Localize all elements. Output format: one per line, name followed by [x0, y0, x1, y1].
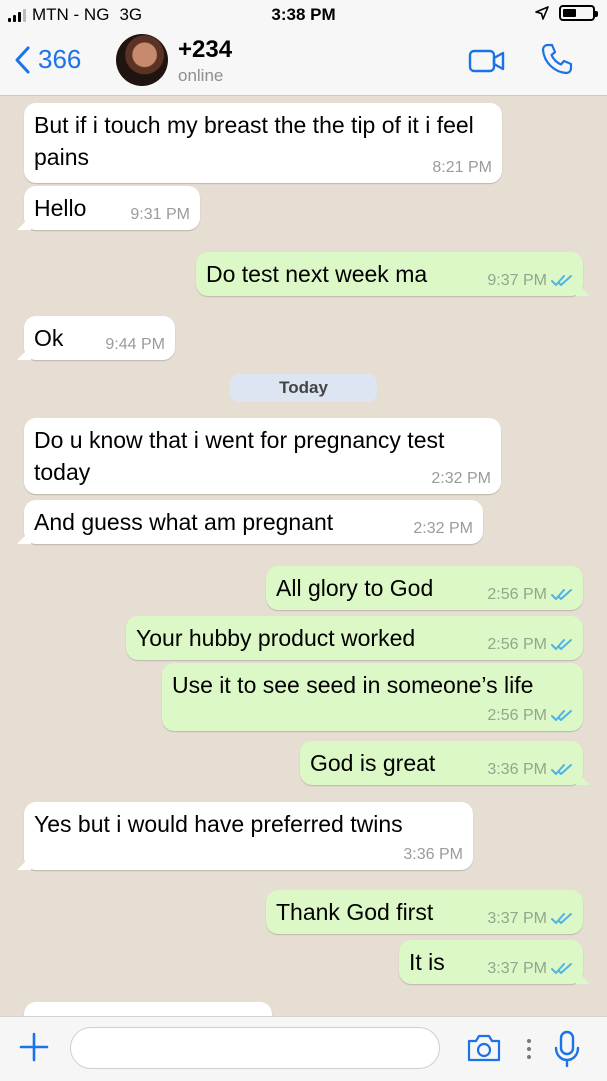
phone-call-button[interactable] — [540, 42, 574, 81]
read-receipt-icon — [551, 710, 572, 721]
message-time: 3:36 PM — [487, 761, 547, 778]
message-meta: 2:32 PM — [413, 520, 473, 538]
message-input-bar — [0, 1016, 607, 1081]
message-text: Hello — [34, 195, 87, 221]
outgoing-message[interactable]: All glory to God 2:56 PM — [266, 566, 583, 610]
message-meta: 2:56 PM — [487, 636, 573, 654]
message-text: Your hubby product worked — [136, 625, 416, 651]
partially-visible-message — [24, 1002, 272, 1016]
camera-button[interactable] — [466, 1033, 502, 1068]
status-right — [535, 5, 598, 21]
outgoing-message[interactable]: God is great 3:36 PM — [300, 741, 583, 785]
message-text: Do u know that i went for pregnancy test… — [34, 427, 445, 485]
outgoing-message[interactable]: Use it to see seed in someone’s life 2:56… — [162, 663, 583, 731]
plus-icon — [19, 1032, 49, 1062]
message-text: Thank God first — [276, 899, 434, 925]
message-time: 2:56 PM — [487, 636, 547, 653]
chat-header: 366 +234 online — [0, 30, 607, 96]
incoming-message[interactable]: Do u know that i went for pregnancy test… — [24, 418, 501, 494]
read-receipt-icon — [551, 589, 572, 600]
message-time: 2:32 PM — [413, 520, 473, 537]
video-call-icon — [468, 49, 505, 73]
message-meta: 9:44 PM — [105, 336, 165, 354]
message-text: But if i touch my breast the the tip of … — [34, 112, 474, 170]
message-meta: 3:36 PM — [487, 761, 573, 779]
message-time: 8:21 PM — [432, 159, 492, 176]
message-time: 9:44 PM — [105, 336, 165, 353]
message-time: 3:37 PM — [487, 960, 547, 977]
message-time: 2:32 PM — [431, 470, 491, 487]
message-text: Ok — [34, 325, 64, 351]
message-meta: 9:31 PM — [130, 206, 190, 224]
status-time: 3:38 PM — [271, 5, 336, 24]
message-time: 3:37 PM — [487, 910, 547, 927]
incoming-message[interactable]: Ok 9:44 PM — [24, 316, 175, 360]
incoming-message[interactable]: But if i touch my breast the the tip of … — [24, 103, 502, 183]
contact-status: online — [178, 66, 224, 85]
read-receipt-icon — [551, 913, 572, 924]
message-meta: 2:56 PM — [487, 707, 573, 725]
message-meta: 3:37 PM — [487, 910, 573, 928]
incoming-message[interactable]: Hello 9:31 PM — [24, 186, 200, 230]
back-button[interactable]: 366 — [14, 44, 81, 75]
message-time: 9:31 PM — [130, 206, 190, 223]
incoming-message[interactable]: And guess what am pregnant 2:32 PM — [24, 500, 483, 544]
outgoing-message[interactable]: Your hubby product worked 2:56 PM — [126, 616, 583, 660]
battery-icon — [559, 5, 598, 21]
message-meta: 3:36 PM — [403, 846, 463, 864]
outgoing-message[interactable]: Thank God first 3:37 PM — [266, 890, 583, 934]
chevron-left-icon — [15, 46, 30, 73]
message-meta: 2:32 PM — [431, 470, 491, 488]
message-text: God is great — [310, 750, 436, 776]
message-text: And guess what am pregnant — [34, 509, 334, 535]
phone-call-icon — [541, 43, 573, 75]
message-meta: 8:21 PM — [432, 159, 492, 177]
status-bar: MTN - NG 3G 3:38 PM — [0, 0, 607, 30]
voice-message-button[interactable] — [554, 1030, 580, 1073]
message-time: 2:56 PM — [487, 707, 547, 724]
message-time: 2:56 PM — [487, 586, 547, 603]
read-receipt-icon — [551, 639, 572, 650]
outgoing-message[interactable]: It is 3:37 PM — [399, 940, 583, 984]
outgoing-message[interactable]: Do test next week ma 9:37 PM — [196, 252, 583, 296]
battery-fill — [563, 9, 576, 17]
date-separator: Today — [230, 374, 377, 402]
read-receipt-icon — [551, 275, 572, 286]
camera-icon — [467, 1034, 501, 1062]
message-text: Yes but i would have preferred twins — [34, 811, 403, 837]
message-text: Use it to see seed in someone’s life — [172, 672, 534, 698]
more-dots-icon — [527, 1039, 531, 1059]
back-unread-count: 366 — [38, 44, 82, 74]
attach-button[interactable] — [18, 1031, 50, 1068]
contact-name[interactable]: +234 — [178, 36, 232, 64]
message-meta: 3:37 PM — [487, 960, 573, 978]
video-call-button[interactable] — [468, 48, 506, 79]
read-receipt-icon — [551, 764, 572, 775]
message-input[interactable] — [70, 1027, 440, 1069]
read-receipt-icon — [551, 963, 572, 974]
microphone-icon — [554, 1030, 580, 1068]
message-text: All glory to God — [276, 575, 434, 601]
chat-area[interactable]: Today But if i touch my breast the the t… — [0, 96, 607, 1016]
message-text: Do test next week ma — [206, 261, 428, 287]
more-button[interactable] — [526, 1038, 532, 1065]
message-meta: 9:37 PM — [487, 272, 573, 290]
message-meta: 2:56 PM — [487, 586, 573, 604]
message-time: 9:37 PM — [487, 272, 547, 289]
message-text: It is — [409, 949, 445, 975]
contact-avatar[interactable] — [116, 34, 168, 86]
location-arrow-icon — [535, 6, 549, 20]
message-time: 3:36 PM — [403, 846, 463, 863]
incoming-message[interactable]: Yes but i would have preferred twins 3:36… — [24, 802, 473, 870]
